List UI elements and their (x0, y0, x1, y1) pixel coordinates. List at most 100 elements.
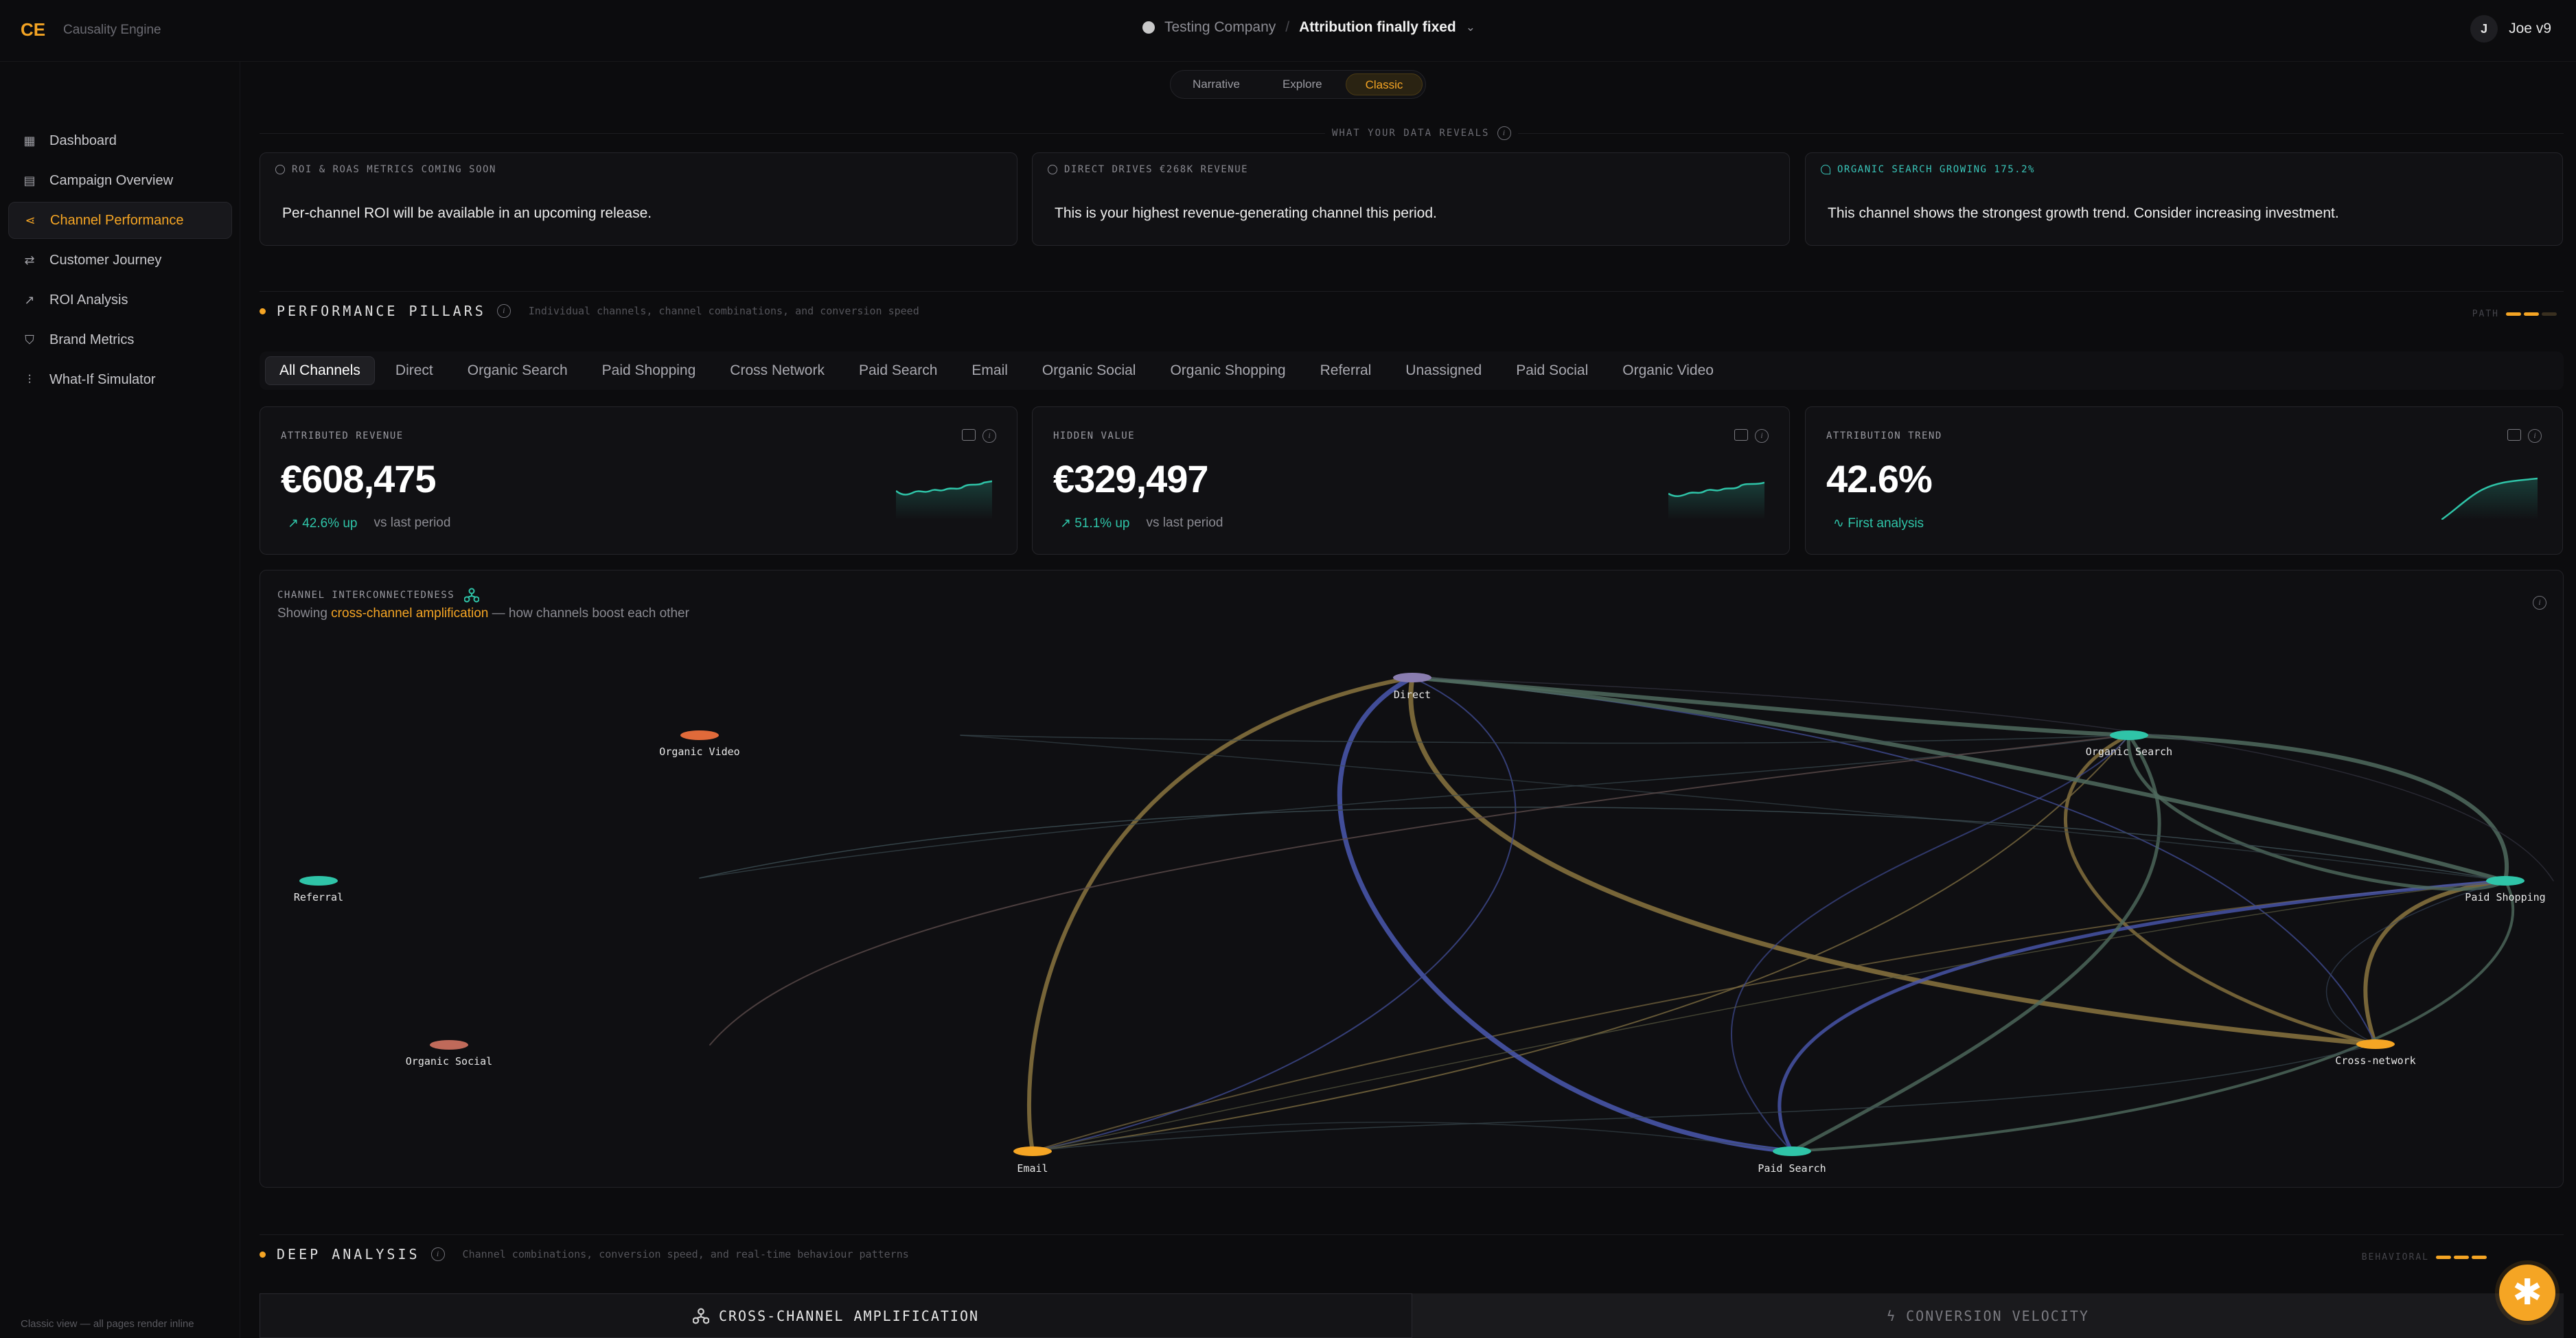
path-tag-label: PATH (2472, 309, 2499, 319)
insight-card: DIRECT DRIVES €268K REVENUE This is your… (1032, 152, 1790, 246)
trend-up-icon: ↗ (1060, 516, 1075, 531)
assistant-button[interactable]: ✱ (2499, 1265, 2555, 1321)
tab-conversion-velocity[interactable]: ϟ CONVERSION VELOCITY (1412, 1293, 2564, 1338)
kpi-tools: i (962, 429, 996, 443)
pillars-header: PERFORMANCE PILLARS i Individual channel… (260, 303, 919, 319)
view-explore[interactable]: Explore (1263, 73, 1342, 95)
kpi-delta: ∿ First analysis (1833, 516, 1924, 531)
sidebar-item-label: What-If Simulator (49, 371, 156, 387)
chip-email[interactable]: Email (958, 357, 1022, 384)
chip-organic-video[interactable]: Organic Video (1609, 357, 1727, 384)
reveals-heading: WHAT YOUR DATA REVEALS i (1325, 126, 1519, 140)
reveals-title: WHAT YOUR DATA REVEALS (1332, 128, 1490, 139)
chip-paid-search[interactable]: Paid Search (845, 357, 951, 384)
analysis-tabs: CROSS-CHANNEL AMPLIFICATION ϟ CONVERSION… (260, 1293, 2564, 1338)
chip-organic-shopping[interactable]: Organic Shopping (1156, 357, 1299, 384)
dot-icon (1048, 165, 1057, 174)
dot-icon (275, 165, 285, 174)
node-referral[interactable]: Referral (294, 876, 343, 903)
deep-title: DEEP ANALYSIS (277, 1246, 420, 1262)
chip-organic-social[interactable]: Organic Social (1028, 357, 1150, 384)
insight-header: DIRECT DRIVES €268K REVENUE (1048, 164, 1248, 175)
sidebar-item-customer-journey[interactable]: ⇄ Customer Journey (8, 242, 232, 279)
insight-title: ORGANIC SEARCH GROWING 175.2% (1837, 164, 2035, 175)
view-classic[interactable]: Classic (1345, 73, 1423, 95)
progress-bars (2436, 1256, 2487, 1259)
journey-icon: ⇄ (24, 253, 35, 267)
info-icon[interactable]: i (1497, 126, 1512, 140)
kpi-delta: ↗ 51.1% up vs last period (1060, 516, 1223, 531)
node-email[interactable]: Email (1013, 1146, 1052, 1175)
view-narrative[interactable]: Narrative (1173, 73, 1259, 95)
insight-title: DIRECT DRIVES €268K REVENUE (1064, 164, 1249, 175)
asterisk-icon: ✱ (2512, 1273, 2542, 1313)
insight-header: ROI & ROAS METRICS COMING SOON (275, 164, 496, 175)
sidebar-item-channel-performance[interactable]: ⋖ Channel Performance (8, 202, 232, 239)
node-organic-social[interactable]: Organic Social (406, 1040, 492, 1068)
chip-paid-social[interactable]: Paid Social (1502, 357, 1602, 384)
insight-card: ORGANIC SEARCH GROWING 175.2% This chann… (1805, 152, 2563, 246)
chip-paid-shopping[interactable]: Paid Shopping (588, 357, 710, 384)
node-label: Referral (294, 891, 343, 903)
chip-direct[interactable]: Direct (382, 357, 447, 384)
app-logo[interactable]: CE (21, 19, 45, 41)
breadcrumb-project[interactable]: Attribution finally fixed (1299, 19, 1456, 36)
sidebar-item-dashboard[interactable]: ▦ Dashboard (8, 122, 232, 159)
info-icon[interactable]: i (430, 1247, 445, 1261)
avatar[interactable]: J (2470, 15, 2498, 43)
info-icon[interactable]: i (496, 304, 511, 318)
behavioral-tag-label: BEHAVIORAL (2361, 1252, 2429, 1262)
chip-referral[interactable]: Referral (1307, 357, 1385, 384)
comment-icon[interactable] (962, 429, 976, 441)
kpi-delta-value: 42.6% up (302, 516, 358, 531)
kpi-value: 42.6% (1826, 457, 1933, 500)
user-name[interactable]: Joe v9 (2509, 21, 2551, 37)
sidebar: ▦ Dashboard ▤ Campaign Overview ⋖ Channel P… (0, 62, 240, 1338)
kpi-comparison: vs last period (1146, 516, 1223, 530)
behavioral-tag: BEHAVIORAL (2362, 1252, 2487, 1262)
sidebar-item-campaign-overview[interactable]: ▤ Campaign Overview (8, 162, 232, 199)
tab-label: CROSS-CHANNEL AMPLIFICATION (718, 1307, 980, 1324)
lightbulb-icon (1821, 165, 1830, 174)
node-organic-video[interactable]: Organic Video (659, 730, 740, 758)
node-label: Email (1017, 1162, 1048, 1175)
company-icon (1142, 21, 1155, 34)
kpi-label: ATTRIBUTION TREND (1826, 430, 1942, 441)
sidebar-item-brand-metrics[interactable]: ⛉ Brand Metrics (8, 321, 232, 358)
chip-organic-search[interactable]: Organic Search (454, 357, 582, 384)
node-label: Cross-network (2335, 1054, 2415, 1067)
sidebar-item-what-if-simulator[interactable]: ⫶ What-If Simulator (8, 361, 232, 398)
insight-header: ORGANIC SEARCH GROWING 175.2% (1821, 164, 2035, 175)
node-label: Paid Shopping (2465, 891, 2545, 903)
breadcrumb-company[interactable]: Testing Company (1164, 19, 1276, 36)
user-menu[interactable]: J Joe v9 (2470, 15, 2551, 43)
network-graph: Direct Organic Video Organic Search Refe… (294, 673, 2554, 1175)
path-tag: PATH (2472, 309, 2557, 319)
comment-icon[interactable] (2507, 429, 2521, 441)
tab-cross-channel-amplification[interactable]: CROSS-CHANNEL AMPLIFICATION (260, 1293, 1412, 1338)
insight-body: This channel shows the strongest growth … (1828, 205, 2339, 221)
chip-all-channels[interactable]: All Channels (265, 356, 375, 385)
divider (260, 291, 2564, 292)
shield-icon: ⛉ (25, 333, 34, 347)
chevron-down-icon[interactable]: ⌄ (1466, 21, 1475, 34)
sidebar-item-roi-analysis[interactable]: ↗ ROI Analysis (8, 281, 232, 319)
chip-cross-network[interactable]: Cross Network (716, 357, 838, 384)
pillars-subtitle: Individual channels, channel combination… (528, 305, 919, 317)
trend-up-icon: ↗ (288, 516, 303, 531)
view-switcher: Narrative Explore Classic (1170, 70, 1427, 99)
chip-unassigned[interactable]: Unassigned (1392, 357, 1495, 384)
sidebar-footer: Classic view — all pages render inline (21, 1318, 194, 1330)
kpi-card: ATTRIBUTION TREND i 42.6% ∿ First analys… (1805, 406, 2563, 555)
sparkline (1668, 481, 1764, 520)
info-icon[interactable]: i (1755, 429, 1769, 443)
section-bullet (260, 1251, 266, 1258)
sidebar-item-label: Dashboard (49, 132, 117, 148)
sidebar-item-label: ROI Analysis (49, 292, 128, 308)
insight-title: ROI & ROAS METRICS COMING SOON (292, 164, 496, 175)
comment-icon[interactable] (1734, 429, 1748, 441)
info-icon[interactable]: i (982, 429, 996, 443)
info-icon[interactable]: i (2528, 429, 2542, 443)
kpi-card: ATTRIBUTED REVENUE i €608,475 ↗ 42.6% up… (260, 406, 1017, 555)
deep-subtitle: Channel combinations, conversion speed, … (462, 1248, 909, 1260)
